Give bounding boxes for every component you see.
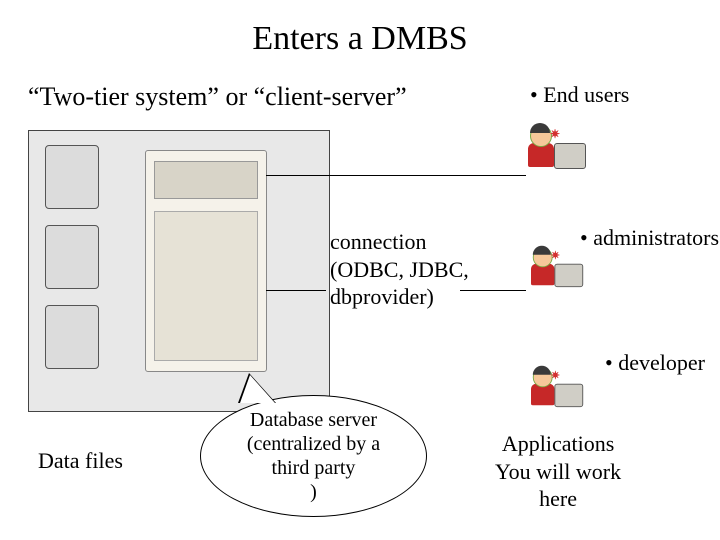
bubble-line4: ) bbox=[247, 480, 380, 504]
connection-line3: dbprovider) bbox=[330, 283, 469, 311]
disk-icon bbox=[45, 225, 99, 289]
user-at-computer-icon: ✷ bbox=[528, 125, 588, 175]
server-rack-icon bbox=[145, 150, 267, 372]
apps-line3: here bbox=[495, 485, 621, 513]
user-at-computer-icon: ✷ bbox=[531, 248, 585, 293]
bubble-line3: third party bbox=[247, 456, 380, 480]
connection-line bbox=[266, 175, 526, 176]
connection-line2: (ODBC, JDBC, bbox=[330, 256, 469, 284]
bubble-line1: Database server bbox=[247, 408, 380, 432]
slide-subtitle: “Two-tier system” or “client-server” bbox=[28, 82, 407, 112]
slide-title: Enters a DMBS bbox=[0, 20, 720, 58]
label-data-files: Data files bbox=[38, 448, 123, 474]
db-server-bubble: Database server (centralized by a third … bbox=[200, 395, 427, 517]
apps-line1: Applications bbox=[495, 430, 621, 458]
disk-icon bbox=[45, 305, 99, 369]
user-at-computer-icon: ✷ bbox=[531, 368, 585, 413]
label-end-users: • End users bbox=[530, 82, 629, 108]
connection-line1: connection bbox=[330, 228, 469, 256]
apps-line2: You will work bbox=[495, 458, 621, 486]
label-developer: • developer bbox=[605, 350, 705, 376]
connection-line bbox=[460, 290, 526, 291]
disk-icon bbox=[45, 145, 99, 209]
label-administrators: • administrators bbox=[580, 225, 719, 251]
connection-line bbox=[266, 290, 326, 291]
applications-label: Applications You will work here bbox=[495, 430, 621, 513]
bubble-tail bbox=[240, 375, 275, 403]
bubble-line2: (centralized by a bbox=[247, 432, 380, 456]
connection-label: connection (ODBC, JDBC, dbprovider) bbox=[330, 228, 469, 311]
